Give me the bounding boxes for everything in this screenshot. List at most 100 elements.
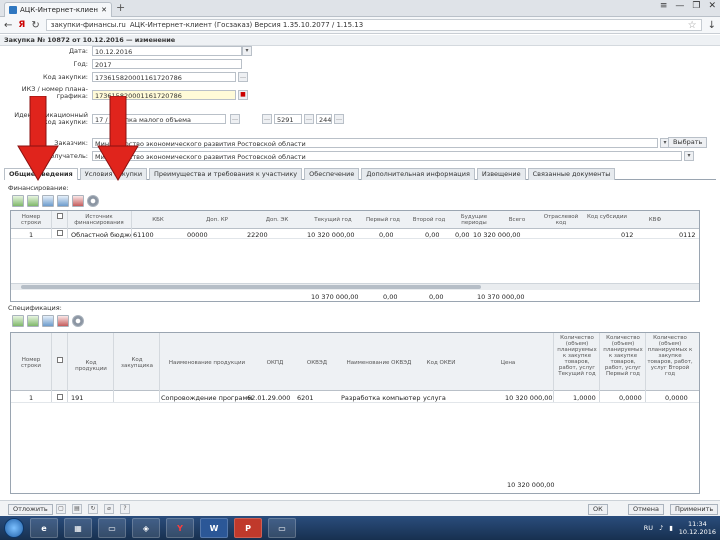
attach-icon[interactable]: ⌀ [104,504,114,514]
recipient-field[interactable]: Министерство экономического развития Рос… [92,151,682,161]
network-icon[interactable]: ▮ [669,524,673,532]
fin-col-first-year[interactable]: Первый год [361,217,405,223]
insert-icon[interactable] [27,195,39,207]
taskbar-app-network-icon[interactable]: ◈ [132,518,160,538]
taskbar-app-folder2-icon[interactable]: ▭ [268,518,296,538]
spec-col-okpd[interactable]: ОКПД [255,360,295,366]
spec-col-number[interactable]: Номер строки [13,357,49,369]
yandex-logo-icon[interactable]: Я [18,20,25,30]
refresh-icon[interactable] [57,195,69,207]
spec-col-okei[interactable]: Код ОКЕИ [421,360,461,366]
maximize-icon[interactable]: ❐ [692,1,700,11]
document-icon[interactable]: ■ [238,90,248,100]
fin-col-sector[interactable]: Отраслевой код [539,214,583,226]
fin-col-dopkr[interactable]: Доп. КР [187,217,247,223]
financing-horizontal-scrollbar[interactable] [11,283,699,290]
okpd-lookup-icon[interactable]: … [230,114,240,124]
fin-col-check[interactable] [55,213,65,221]
copy-icon[interactable] [42,195,54,207]
kvr-lookup-icon[interactable]: … [334,114,344,124]
ok-button[interactable]: ОК [588,504,608,515]
reload-icon[interactable]: ↻ [31,20,39,31]
chart-icon[interactable] [72,195,84,207]
spec-col-okved[interactable]: ОКВЭД [297,360,337,366]
kosgu-field[interactable]: 5291 [274,114,302,124]
table-row[interactable]: 1 191 Сопровождение программ 62.01.29.00… [11,393,699,403]
customer-field[interactable]: Министерство экономического развития Рос… [92,138,658,148]
menu-icon[interactable]: ≡ [660,1,668,11]
settings-gear-icon[interactable] [87,195,99,207]
add-icon[interactable] [12,195,24,207]
close-window-icon[interactable]: ✕ [708,1,716,11]
kvr-field[interactable]: 244 [316,114,332,124]
date-field[interactable]: 10.12.2016 [92,46,242,56]
spec-col-qty-first[interactable]: Количество (объем) планируемых к закупке… [601,335,645,377]
code-lookup-icon[interactable]: … [238,72,248,82]
spec-col-qty-second[interactable]: Количество (объем) планируемых к закупке… [647,335,693,377]
tab-security[interactable]: Обеспечение [304,168,360,180]
scrollbar-thumb[interactable] [21,285,481,289]
back-icon[interactable]: ← [4,20,12,31]
spec-col-okved-name[interactable]: Наименование ОКВЭД [339,360,419,366]
kosgu-lookup-icon[interactable]: … [304,114,314,124]
print-icon[interactable]: ▤ [72,504,82,514]
new-tab-icon[interactable]: + [116,2,125,14]
copy-icon[interactable] [42,315,54,327]
code-field[interactable]: 173615820001161720786 [92,72,236,82]
fin-col-total[interactable]: Всего [497,217,537,223]
fin-col-number[interactable]: Номер строки [13,214,49,226]
spec-col-product-name[interactable]: Наименование продукции [161,360,253,366]
spec-col-qty-current[interactable]: Количество (объем) планируемых к закупке… [555,335,599,377]
tab-requirements[interactable]: Преимущества и требования к участнику [149,168,303,180]
add-icon[interactable] [12,315,24,327]
row-checkbox[interactable] [57,230,63,238]
fin-col-second-year[interactable]: Второй год [407,217,451,223]
save-icon[interactable]: ▢ [56,504,66,514]
taskbar-app-ie-icon[interactable]: e [30,518,58,538]
delete-icon[interactable] [57,315,69,327]
tab-additional-info[interactable]: Дополнительная информация [361,168,475,180]
recipient-dropdown-icon[interactable]: ▾ [684,151,694,161]
insert-icon[interactable] [27,315,39,327]
table-row[interactable]: 1 Областной бюджет 61100 00000 22200 10 … [11,230,699,239]
calendar-icon[interactable]: ▾ [242,46,252,56]
select-all-checkbox[interactable] [57,357,63,363]
tab-related-docs[interactable]: Связанные документы [527,168,616,180]
language-indicator[interactable]: RU [644,524,653,532]
spec-col-price[interactable]: Цена [463,360,553,366]
minimize-icon[interactable]: — [675,1,684,11]
taskbar-app-folder-icon[interactable]: ▭ [98,518,126,538]
taskbar-app-powerpoint-icon[interactable]: P [234,518,262,538]
browser-tab[interactable]: АЦК-Интернет-клиент ✕ [4,2,112,17]
settings-gear-icon[interactable] [72,315,84,327]
select-all-checkbox[interactable] [57,213,63,219]
spec-col-product-code[interactable]: Код продукции [69,360,113,372]
apply-button[interactable]: Применить [670,504,719,515]
fin-col-kbk[interactable]: КБК [133,217,183,223]
url-field[interactable]: закупки-финансы.ru АЦК-Интернет-клиент (… [45,19,702,31]
fin-col-subsidy[interactable]: Код субсидии [585,214,629,220]
postpone-button[interactable]: Отложить [8,504,53,515]
fin-col-kvf[interactable]: КВФ [633,217,677,223]
help-icon[interactable]: ? [120,504,130,514]
fin-col-source[interactable]: Источник финансирования [69,214,129,226]
cancel-button[interactable]: Отмена [628,504,665,515]
start-button[interactable] [4,518,24,538]
system-clock[interactable]: 11:34 10.12.2016 [679,520,716,536]
close-tab-icon[interactable]: ✕ [101,6,107,14]
fin-col-current-year[interactable]: Текущий год [307,217,359,223]
fin-col-future[interactable]: Будущие периоды [453,214,495,226]
taskbar-app-yandex-icon[interactable]: Y [166,518,194,538]
refresh-icon[interactable]: ↻ [88,504,98,514]
spec-col-buyer-code[interactable]: Код закупщика [115,357,159,369]
spec-col-check[interactable] [55,357,65,365]
row-checkbox[interactable] [57,394,63,402]
tab-notice[interactable]: Извещение [476,168,526,180]
bookmark-star-icon[interactable]: ☆ [688,20,697,31]
volume-icon[interactable]: ♪ [659,524,663,532]
download-icon[interactable]: ↓ [708,20,716,31]
taskbar-app-explorer-icon[interactable]: ▦ [64,518,92,538]
fin-col-dopek[interactable]: Доп. ЭК [251,217,303,223]
kbk-lookup-icon[interactable]: … [262,114,272,124]
year-field[interactable]: 2017 [92,59,242,69]
